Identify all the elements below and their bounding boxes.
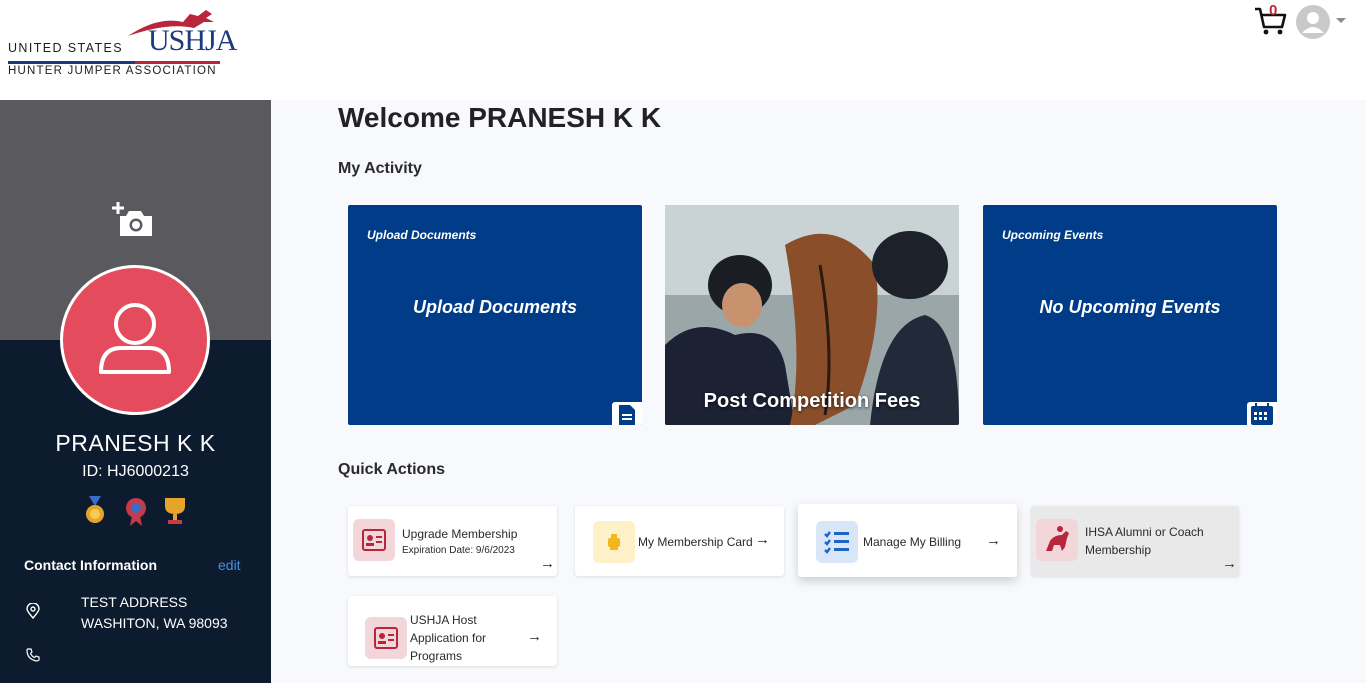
- card-caption: Post Competition Fees: [703, 390, 921, 412]
- my-activity-title: My Activity: [338, 160, 422, 177]
- membership-id-icon: [353, 519, 395, 561]
- user-avatar-icon: [1302, 12, 1324, 33]
- host-application-action[interactable]: USHJA Host Application for Programs →: [348, 596, 557, 666]
- quick-actions-title: Quick Actions: [338, 461, 445, 478]
- membership-card-action[interactable]: My Membership Card →: [575, 506, 784, 576]
- profile-sidebar: PRANESH K K ID: HJ6000213 Contact Inform…: [0, 100, 271, 683]
- action-title-line-1: IHSA Alumni or Coach: [1085, 525, 1204, 539]
- arrow-right-icon: →: [1222, 555, 1237, 572]
- ihsa-membership-action[interactable]: IHSA Alumni or Coach Membership →: [1031, 506, 1239, 576]
- trophy-icon: [165, 498, 185, 524]
- corner-tab: [1247, 402, 1277, 425]
- ushja-logo[interactable]: UNITED STATES USHJA HUNTER JUMPER ASSOCI…: [8, 8, 237, 80]
- action-title: My Membership Card: [638, 535, 753, 549]
- rider-icon: [1036, 519, 1078, 561]
- arrow-right-icon: →: [527, 628, 542, 645]
- account-avatar[interactable]: [1296, 5, 1330, 39]
- action-title: Manage My Billing: [863, 535, 962, 549]
- expiration-date: Expiration Date: 9/6/2023: [402, 545, 515, 556]
- arrow-right-icon: →: [540, 555, 555, 572]
- application-id-icon: [365, 617, 407, 659]
- action-title-line-2: Membership: [1085, 543, 1152, 557]
- upload-documents-card[interactable]: Upload Documents Upload Documents: [348, 205, 642, 425]
- action-title-line-3: Programs: [410, 649, 463, 663]
- brand-mark: USHJA: [148, 24, 237, 57]
- profile-avatar[interactable]: [60, 265, 210, 415]
- account-menu-caret-icon[interactable]: [1336, 18, 1346, 23]
- calendar-icon: [1251, 403, 1273, 425]
- address-line-1: TEST ADDRESS: [81, 594, 188, 610]
- checklist-icon: [816, 521, 858, 563]
- welcome-heading: Welcome PRANESH K K: [338, 102, 662, 133]
- medal-icon: [86, 496, 104, 523]
- action-title: Upgrade Membership: [402, 527, 518, 541]
- contact-info-title: Contact Information: [24, 557, 157, 573]
- card-small-label: Upcoming Events: [1002, 228, 1104, 242]
- profile-name: PRANESH K K: [55, 430, 216, 456]
- manage-billing-action[interactable]: Manage My Billing →: [798, 504, 1017, 577]
- card-main-label: Upload Documents: [412, 297, 577, 317]
- post-competition-fees-card[interactable]: Post Competition Fees: [665, 205, 959, 425]
- card-small-label: Upload Documents: [367, 228, 477, 242]
- upgrade-membership-action[interactable]: Upgrade Membership Expiration Date: 9/6/…: [348, 506, 557, 576]
- edit-contact-link[interactable]: edit: [218, 557, 241, 573]
- user-outline-icon: [99, 303, 171, 374]
- membership-card-icon: [593, 521, 635, 563]
- action-title-line-2: Application for: [410, 631, 487, 645]
- cart-count-badge[interactable]: 0: [1269, 2, 1277, 19]
- profile-id: ID: HJ6000213: [82, 463, 189, 480]
- top-bar: UNITED STATES USHJA HUNTER JUMPER ASSOCI…: [0, 0, 1366, 100]
- address-line-2: WASHITON, WA 98093: [81, 615, 228, 631]
- document-icon: [619, 405, 635, 425]
- corner-tab: [612, 402, 642, 425]
- card-main-label: No Upcoming Events: [1039, 297, 1221, 317]
- rosette-icon: [126, 498, 146, 526]
- brand-rule: [8, 61, 220, 64]
- action-title-line-1: USHJA Host: [410, 613, 477, 627]
- brand-line-1: UNITED STATES: [8, 41, 123, 55]
- arrow-right-icon: →: [986, 532, 1001, 549]
- phone-icon: [26, 648, 40, 662]
- location-pin-icon: [26, 603, 40, 619]
- add-photo-icon[interactable]: [112, 200, 156, 240]
- brand-line-2: HUNTER JUMPER ASSOCIATION: [8, 65, 217, 77]
- upcoming-events-card[interactable]: Upcoming Events No Upcoming Events: [983, 205, 1277, 425]
- arrow-right-icon: →: [755, 531, 770, 548]
- badge-row: [86, 496, 185, 526]
